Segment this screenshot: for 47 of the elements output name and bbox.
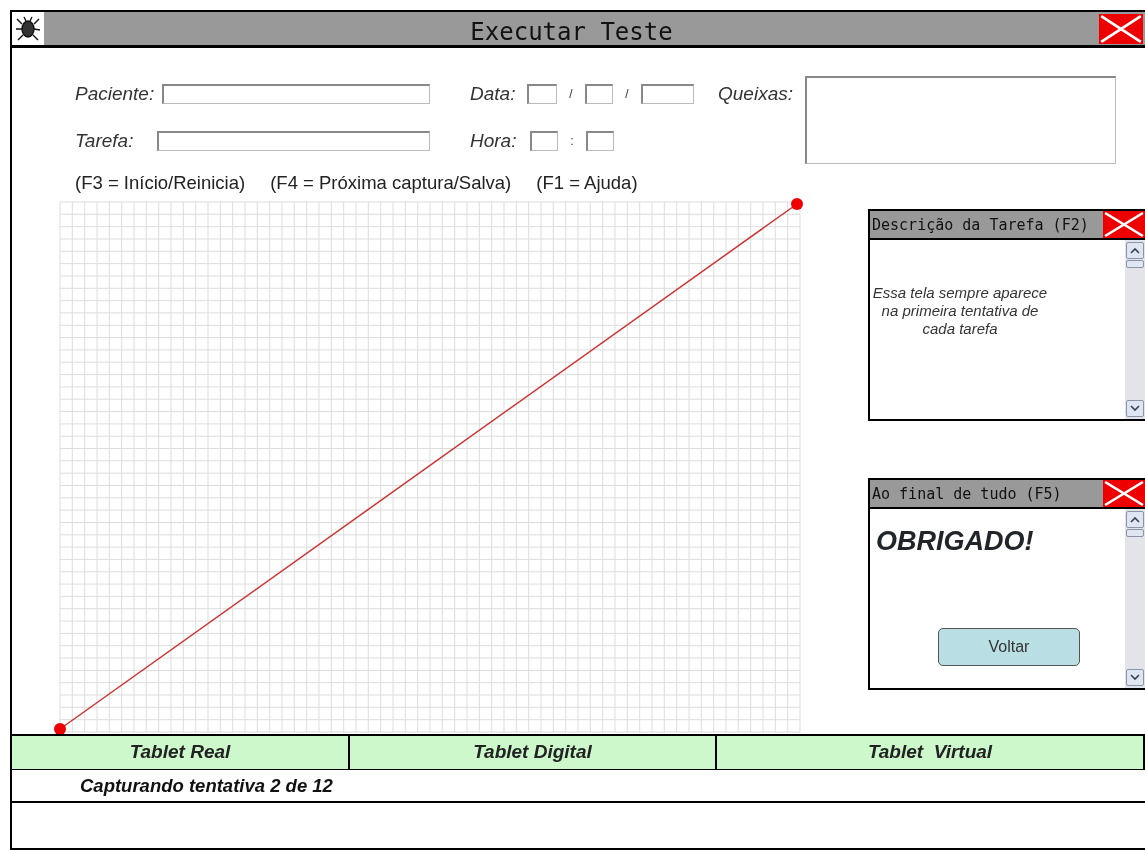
field-label: Paciente: (75, 82, 156, 106)
panel-title: Descrição da Tarefa (F2) (871, 214, 1090, 236)
task-field[interactable] (157, 130, 430, 151)
scroll-down-button[interactable] (1126, 400, 1144, 417)
complaints-field[interactable] (805, 76, 1116, 164)
point-marker (791, 198, 803, 210)
field-label: Data: (470, 82, 517, 106)
scroll-up-button[interactable] (1126, 511, 1144, 528)
close-button[interactable] (1103, 211, 1145, 238)
patient-field[interactable] (162, 84, 430, 105)
scroll-up-button[interactable] (1126, 242, 1144, 259)
scrollbar-thumb[interactable] (1126, 260, 1144, 268)
point-marker (54, 723, 66, 735)
date-separator: / (624, 86, 630, 104)
day-field[interactable] (527, 84, 557, 105)
panel-title: Ao final de tudo (F5) (871, 483, 1063, 505)
hour-field[interactable] (530, 130, 558, 151)
bug-icon (16, 15, 40, 42)
caret-down-icon (1130, 405, 1140, 412)
scrollbar[interactable] (1125, 240, 1145, 419)
message-heading: OBRIGADO! (876, 525, 1035, 558)
field-label: Tarefa: (75, 128, 135, 153)
caret-down-icon (1130, 674, 1140, 681)
time-separator: : (569, 132, 575, 150)
field-label: Hora: (470, 128, 518, 153)
caret-up-icon (1130, 516, 1140, 523)
month-field[interactable] (585, 84, 613, 105)
date-separator: / (568, 86, 574, 104)
status-text: Capturando tentativa 2 de 12 (12, 770, 1145, 803)
close-button[interactable] (1103, 480, 1145, 507)
field-label: Queixas: (718, 82, 793, 106)
description-text: Essa tela sempre aparece na primeira tentativa de cada tarefa (871, 284, 1049, 338)
scroll-down-button[interactable] (1126, 669, 1144, 686)
mode-tab[interactable]: Tablet Real (12, 736, 350, 770)
scrollbar[interactable] (1125, 509, 1145, 688)
shortcut-hint: (F1 = Ajuda) (536, 171, 638, 195)
mode-tab[interactable]: Tablet Virtual (717, 736, 1145, 770)
minute-field[interactable] (586, 130, 614, 151)
close-button[interactable] (1099, 14, 1143, 44)
mode-tab[interactable]: Tablet Digital (350, 736, 717, 770)
scrollbar-thumb[interactable] (1126, 529, 1144, 537)
shortcut-hint: (F4 = Próxima captura/Salva) (270, 171, 512, 195)
shortcut-hint: (F3 = Início/Reinicia) (75, 171, 246, 195)
window-title: Executar Teste (469, 17, 674, 45)
year-field[interactable] (641, 84, 694, 105)
back-button[interactable]: Voltar (938, 628, 1080, 666)
caret-up-icon (1130, 247, 1140, 254)
